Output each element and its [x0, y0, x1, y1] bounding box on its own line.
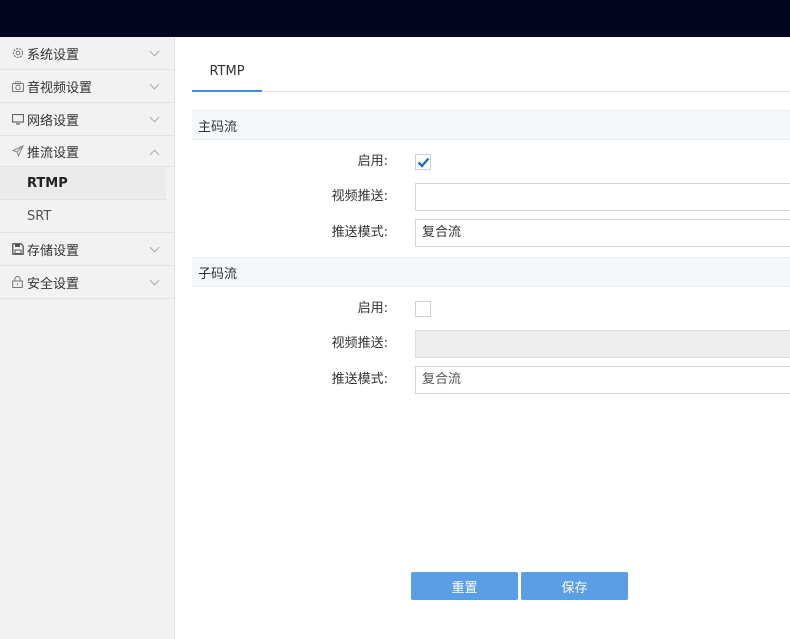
sidebar-item-system[interactable]: 系统设置 [0, 37, 174, 70]
send-icon [11, 145, 24, 158]
chevron-down-icon [149, 112, 160, 123]
monitor-icon [11, 113, 24, 126]
tab-bar: RTMP [192, 53, 790, 92]
sub-stream-mode-label: 推送模式: [331, 372, 388, 387]
save-button[interactable]: 保存 [521, 572, 628, 600]
main-stream-section-title: 主码流 [192, 110, 790, 140]
top-bar [0, 0, 790, 37]
sub-stream-enable-checkbox[interactable] [415, 301, 431, 317]
sidebar-item-streaming[interactable]: 推流设置 [0, 136, 174, 167]
checkmark-icon [417, 157, 430, 168]
sub-stream-mode-row: 推送模式: 复合流 [192, 365, 790, 395]
sub-stream-push-row: 视频推送: [192, 329, 790, 359]
main-content: RTMP 主码流 启用: 视频推送: 推送模式: 复合流 子码流 启用: 视频推… [175, 37, 790, 639]
sidebar-item-security[interactable]: 安全设置 [0, 266, 174, 299]
reset-button[interactable]: 重置 [411, 572, 518, 600]
chevron-down-icon [149, 242, 160, 253]
sub-stream-push-label: 视频推送: [331, 336, 388, 351]
sub-stream-enable-label: 启用: [357, 301, 388, 316]
sidebar-item-label: 存储设置 [27, 243, 80, 259]
sidebar-item-label: 安全设置 [27, 276, 80, 292]
main-stream-enable-row: 启用: [192, 147, 790, 177]
sidebar-subitem-srt[interactable]: SRT [0, 200, 174, 233]
sidebar-item-audio-video[interactable]: 音视频设置 [0, 70, 174, 103]
chevron-up-icon [149, 149, 160, 160]
sidebar-item-label: 系统设置 [27, 47, 80, 63]
main-stream-enable-label: 启用: [357, 154, 388, 169]
sub-stream-mode-select[interactable]: 复合流 [415, 366, 790, 394]
main-stream-mode-row: 推送模式: 复合流 [192, 218, 790, 248]
sidebar-item-storage[interactable]: 存储设置 [0, 233, 174, 266]
chevron-down-icon [149, 79, 160, 90]
sub-stream-section-title: 子码流 [192, 257, 790, 287]
sidebar-subitem-rtmp[interactable]: RTMP [0, 167, 166, 200]
main-stream-enable-checkbox[interactable] [415, 154, 431, 170]
main-stream-push-row: 视频推送: [192, 182, 790, 212]
lock-icon [11, 276, 24, 289]
chevron-down-icon [149, 275, 160, 286]
sidebar: 系统设置 音视频设置 网络设置 推流设置 RTMP SRT 存储设置 安全设置 [0, 37, 175, 639]
main-stream-push-input[interactable] [415, 183, 790, 211]
gear-icon [11, 47, 24, 60]
tab-rtmp[interactable]: RTMP [192, 53, 262, 92]
sidebar-item-label: 网络设置 [27, 113, 80, 129]
main-stream-mode-select[interactable]: 复合流 [415, 219, 790, 247]
camera-icon [11, 80, 24, 93]
main-stream-mode-label: 推送模式: [331, 225, 388, 240]
main-stream-push-label: 视频推送: [331, 189, 388, 204]
sub-stream-enable-row: 启用: [192, 294, 790, 324]
sidebar-item-network[interactable]: 网络设置 [0, 103, 174, 136]
sidebar-item-label: 推流设置 [27, 145, 80, 161]
save-icon [11, 243, 24, 256]
sidebar-item-label: 音视频设置 [27, 80, 93, 96]
sub-stream-push-input[interactable] [415, 330, 790, 358]
chevron-down-icon [149, 46, 160, 57]
